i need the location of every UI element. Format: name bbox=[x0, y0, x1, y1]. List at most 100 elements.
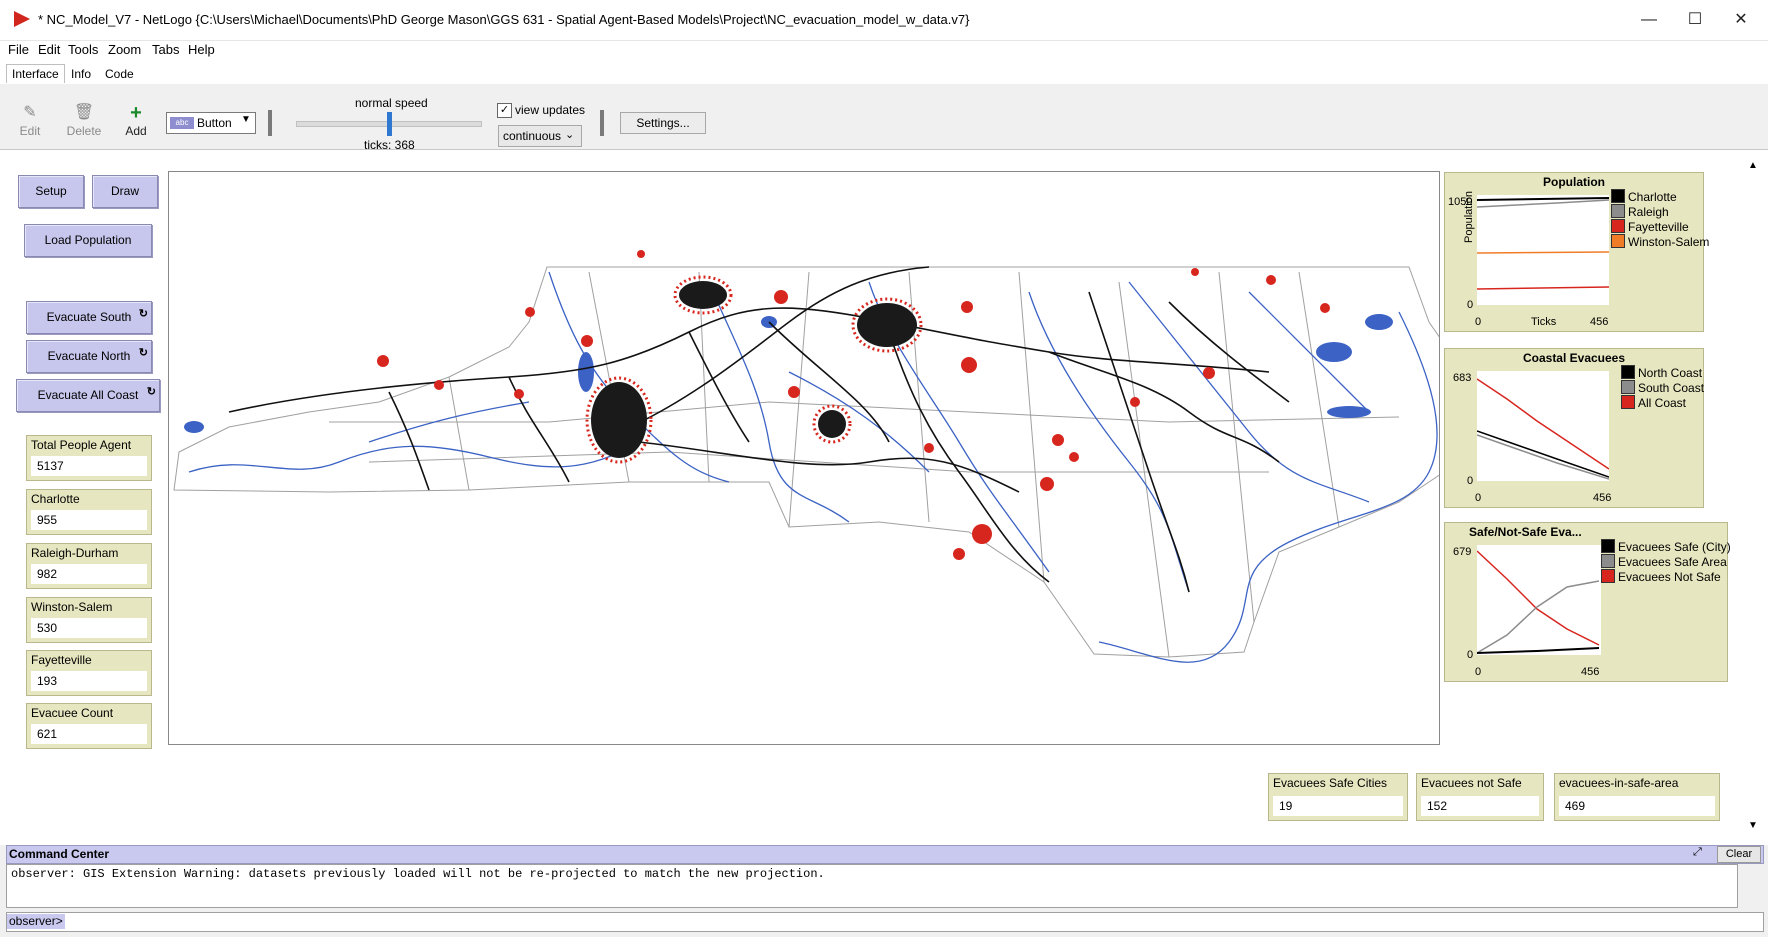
menu-file[interactable]: File bbox=[8, 42, 29, 57]
monitor-label: evacuees-in-safe-area bbox=[1559, 776, 1679, 790]
plot-safe-not-safe: Safe/Not-Safe Eva... 679 0 0 456 Evacuee… bbox=[1444, 522, 1731, 682]
command-input[interactable]: observer> bbox=[6, 912, 1764, 932]
evacuate-all-coast-button[interactable]: Evacuate All Coast ↻ bbox=[16, 379, 160, 412]
draw-button[interactable]: Draw bbox=[92, 175, 158, 208]
monitor-evacuees-safe-cities: Evacuees Safe Cities 19 bbox=[1268, 773, 1408, 821]
plot-ymin-label: 0 bbox=[1467, 299, 1474, 311]
menu-bar: File Edit Tools Zoom Tabs Help bbox=[0, 40, 1768, 62]
toolbar-separator bbox=[600, 110, 604, 136]
legend-item: Evacuees Not Safe bbox=[1601, 569, 1731, 584]
expand-icon[interactable]: ⤢ bbox=[1693, 846, 1702, 859]
scroll-down-icon[interactable]: ▼ bbox=[1748, 820, 1758, 831]
monitor-label: Total People Agent bbox=[31, 438, 132, 452]
plot-coastal-evacuees: Coastal Evacuees 683 0 0 456 North Coast… bbox=[1444, 348, 1704, 508]
plot-ymin-label: 0 bbox=[1467, 475, 1474, 487]
speed-label: normal speed bbox=[355, 96, 428, 110]
load-population-button[interactable]: Load Population bbox=[24, 224, 152, 257]
legend-item: Raleigh bbox=[1611, 204, 1709, 219]
maximize-button[interactable]: ☐ bbox=[1672, 6, 1718, 34]
view-updates-checkbox[interactable]: ✓ bbox=[497, 103, 512, 118]
command-center-title: Command Center bbox=[9, 847, 110, 861]
menu-help[interactable]: Help bbox=[188, 42, 215, 57]
monitor-value: 5137 bbox=[31, 456, 147, 476]
plot-area bbox=[1476, 545, 1601, 655]
plot-legend: Charlotte Raleigh Fayetteville Winston-S… bbox=[1611, 189, 1709, 249]
minimize-button[interactable]: — bbox=[1626, 6, 1672, 34]
menu-tabs[interactable]: Tabs bbox=[152, 42, 179, 57]
widget-type-select[interactable]: abc Button ▼ bbox=[166, 112, 256, 134]
plot-ymax-label: 679 bbox=[1453, 546, 1472, 558]
plot-area bbox=[1476, 195, 1610, 305]
tab-code[interactable]: Code bbox=[100, 65, 139, 83]
monitor-label: Winston-Salem bbox=[31, 600, 113, 614]
legend-item: North Coast bbox=[1621, 365, 1704, 380]
coastal-lines bbox=[1476, 378, 1610, 480]
interface-scrollbar[interactable]: ▲ ▼ bbox=[1746, 160, 1762, 835]
plot-legend: North Coast South Coast All Coast bbox=[1621, 365, 1704, 410]
monitor-charlotte: Charlotte 955 bbox=[26, 489, 152, 535]
clear-button[interactable]: Clear bbox=[1717, 846, 1761, 863]
monitor-evacuee-count: Evacuee Count 621 bbox=[26, 703, 152, 749]
world-view[interactable] bbox=[168, 171, 1475, 745]
plot-legend: Evacuees Safe (City) Evacuees Safe Area … bbox=[1601, 539, 1731, 584]
toolbar-separator bbox=[268, 110, 272, 136]
scroll-up-icon[interactable]: ▲ bbox=[1748, 160, 1758, 171]
settings-button[interactable]: Settings... bbox=[620, 112, 706, 134]
legend-item: Charlotte bbox=[1611, 189, 1709, 204]
menu-zoom[interactable]: Zoom bbox=[108, 42, 141, 57]
monitor-label: Evacuees not Safe bbox=[1421, 776, 1522, 790]
evacuate-north-button[interactable]: Evacuate North ↻ bbox=[26, 340, 152, 373]
close-button[interactable]: ✕ bbox=[1718, 6, 1764, 34]
monitor-winston-salem: Winston-Salem 530 bbox=[26, 597, 152, 643]
monitor-value: 19 bbox=[1273, 796, 1403, 816]
command-output: observer: GIS Extension Warning: dataset… bbox=[6, 864, 1738, 908]
forever-icon: ↻ bbox=[138, 308, 148, 320]
county-boundaries bbox=[173, 266, 1475, 658]
trash-icon: 🗑 bbox=[73, 104, 95, 121]
monitor-label: Fayetteville bbox=[31, 653, 92, 667]
speed-slider-thumb[interactable] bbox=[387, 112, 392, 136]
tab-info[interactable]: Info bbox=[66, 65, 96, 83]
highways bbox=[228, 266, 1290, 593]
plot-xlabel: Ticks bbox=[1531, 316, 1557, 328]
monitor-raleigh-durham: Raleigh-Durham 982 bbox=[26, 543, 152, 589]
delete-button[interactable]: 🗑 Delete bbox=[64, 102, 104, 138]
command-center-header: Command Center ⤢ Clear bbox=[6, 845, 1764, 864]
add-button[interactable]: + Add bbox=[116, 102, 156, 138]
pencil-icon: ✎ bbox=[23, 104, 37, 121]
monitor-value: 621 bbox=[31, 724, 147, 744]
monitor-value: 469 bbox=[1559, 796, 1715, 816]
legend-item: All Coast bbox=[1621, 395, 1704, 410]
legend-item: Evacuees Safe Area bbox=[1601, 554, 1731, 569]
edit-button[interactable]: ✎ Edit bbox=[10, 102, 50, 138]
interface-toolbar: ✎ Edit 🗑 Delete + Add abc Button ▼ norma… bbox=[0, 84, 1768, 152]
speed-slider[interactable] bbox=[296, 112, 482, 136]
menu-edit[interactable]: Edit bbox=[38, 42, 60, 57]
monitor-value: 193 bbox=[31, 671, 147, 691]
forever-icon: ↻ bbox=[146, 386, 156, 398]
evacuate-all-coast-label: Evacuate All Coast bbox=[37, 388, 139, 402]
town-markers bbox=[377, 250, 1330, 560]
plot-xmin-label: 0 bbox=[1475, 316, 1482, 328]
plot-ymax-label: 683 bbox=[1453, 372, 1472, 384]
view-updates-label: view updates bbox=[515, 103, 586, 117]
menu-tools[interactable]: Tools bbox=[68, 42, 98, 57]
chevron-down-icon: ▼ bbox=[241, 114, 251, 125]
tab-interface[interactable]: Interface bbox=[6, 64, 65, 83]
plot-population: Population 1050 0 Population 0 Ticks 456… bbox=[1444, 172, 1709, 332]
safe-lines bbox=[1476, 550, 1600, 654]
plot-title: Coastal Evacuees bbox=[1522, 351, 1626, 365]
plot-title: Population bbox=[1543, 175, 1605, 189]
setup-button[interactable]: Setup bbox=[18, 175, 84, 208]
evacuate-north-label: Evacuate North bbox=[47, 349, 131, 363]
chevron-down-icon: ⌄ bbox=[565, 129, 575, 141]
monitor-label: Evacuee Count bbox=[31, 706, 114, 720]
nc-map bbox=[173, 250, 1475, 663]
legend-item: Fayetteville bbox=[1611, 219, 1709, 234]
observer-prompt[interactable]: observer> bbox=[7, 914, 65, 929]
update-mode-select[interactable]: continuous ⌄ bbox=[498, 125, 582, 147]
population-lines bbox=[1476, 197, 1610, 290]
evacuate-south-button[interactable]: Evacuate South ↻ bbox=[26, 301, 152, 334]
monitor-value: 955 bbox=[31, 510, 147, 530]
evacuate-south-label: Evacuate South bbox=[46, 310, 132, 324]
